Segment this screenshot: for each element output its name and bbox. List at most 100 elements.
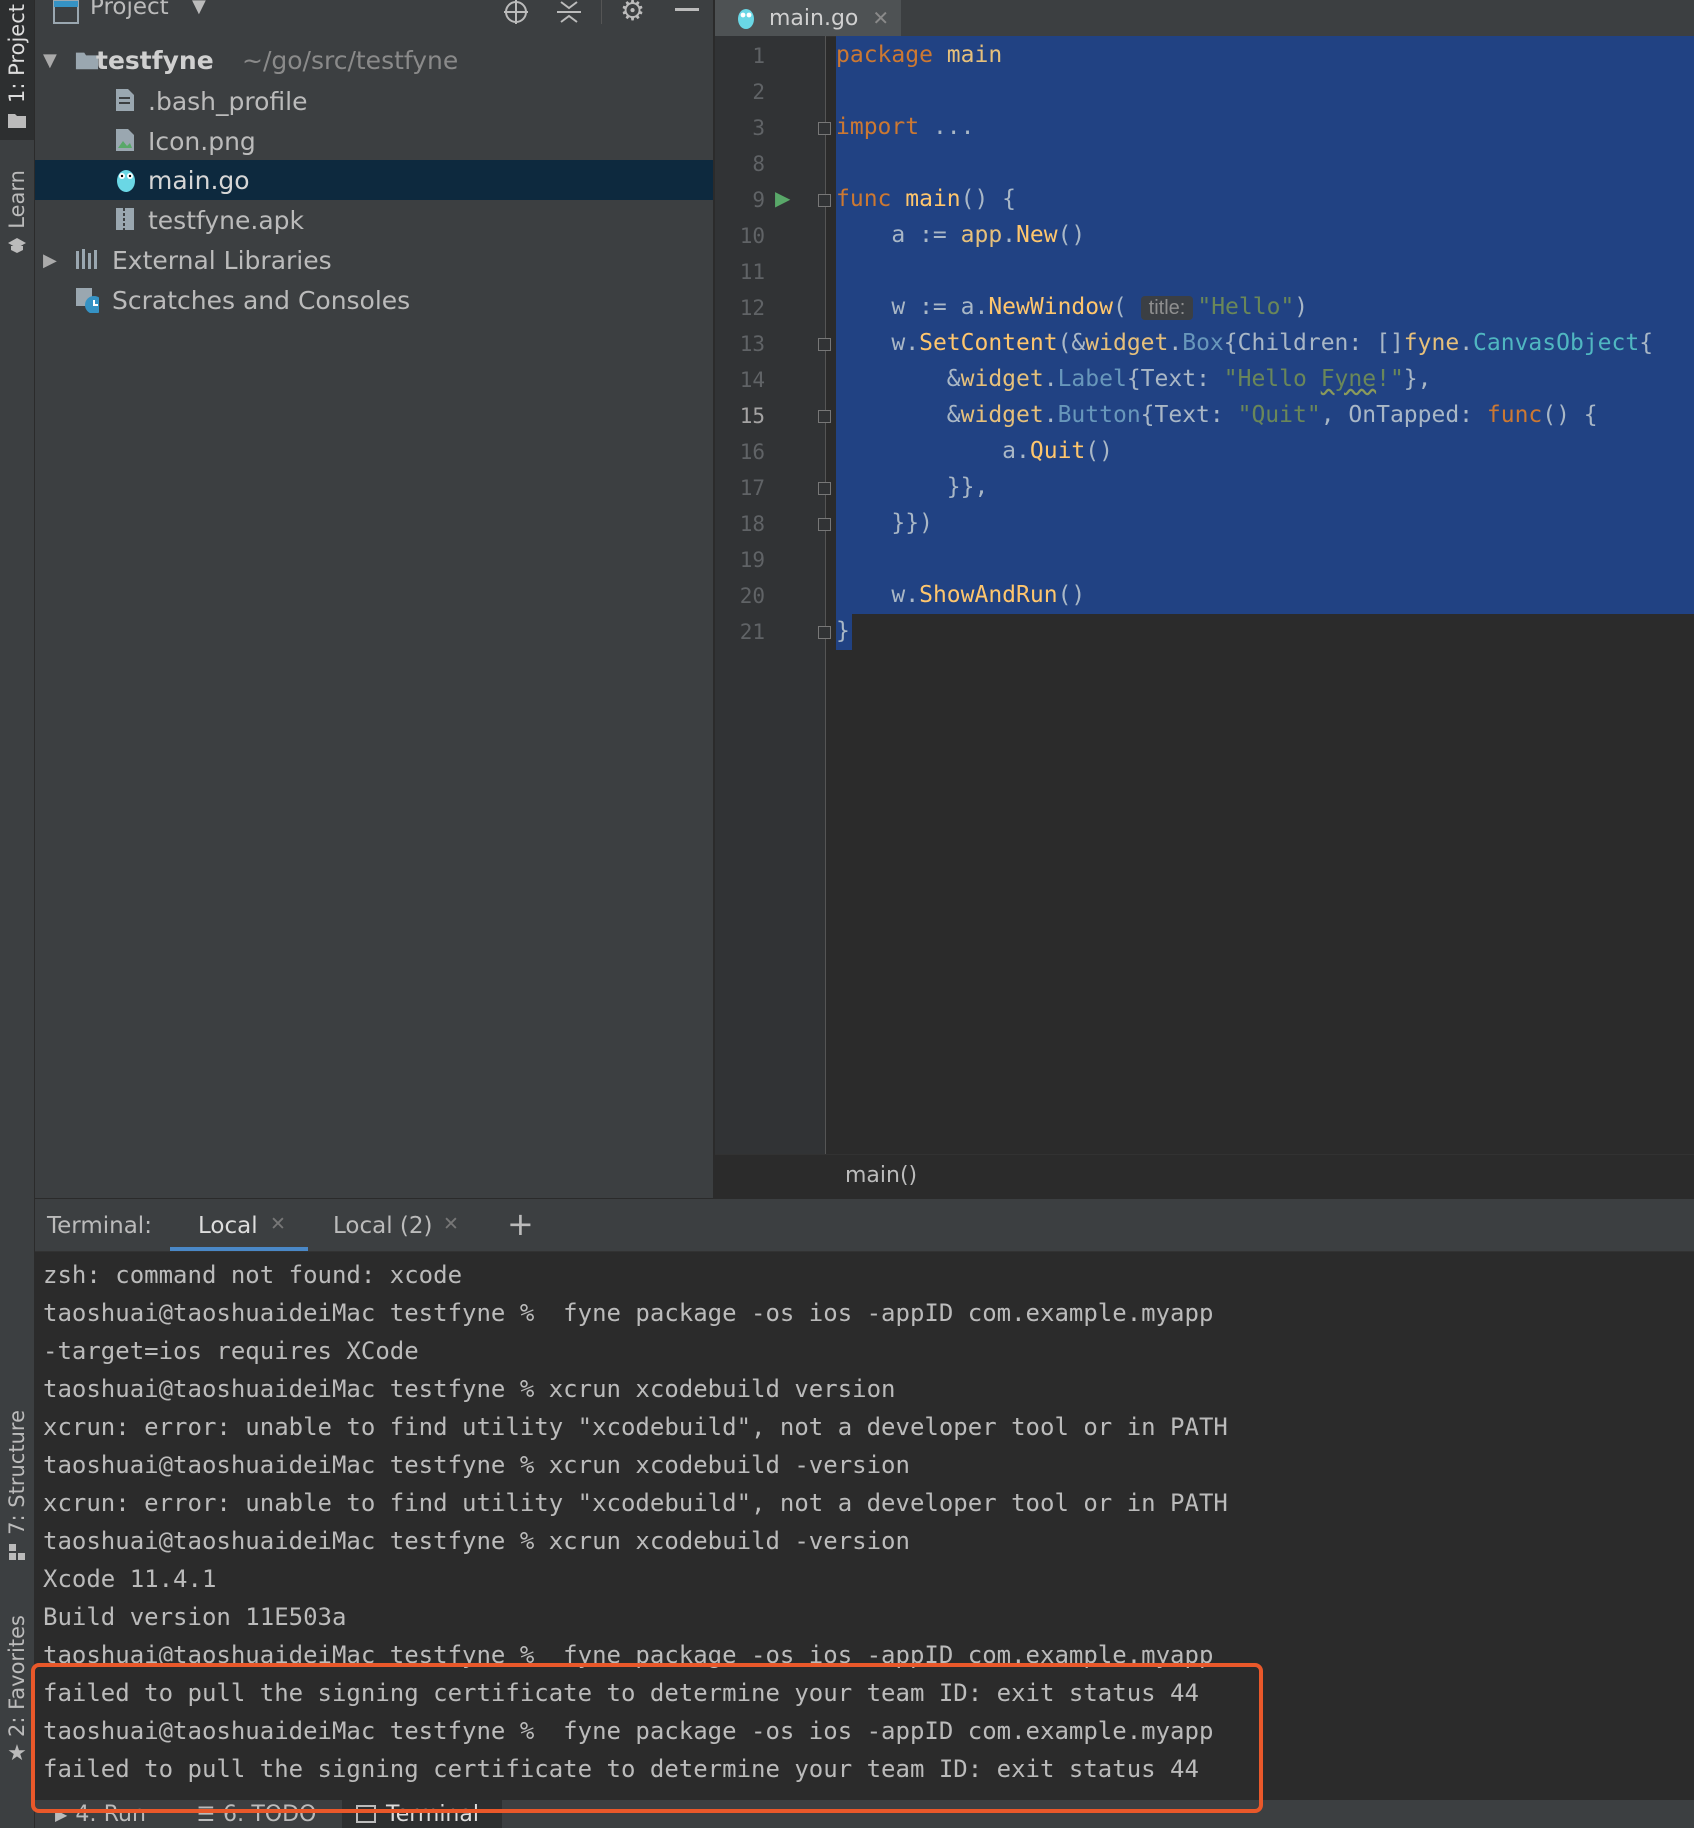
text-file-icon (116, 89, 134, 111)
chevron-right-icon[interactable]: ▶ (43, 250, 57, 271)
view-dropdown-icon[interactable]: ▼ (192, 0, 206, 17)
line-number: 17 (739, 476, 765, 500)
line-number: 11 (739, 260, 765, 284)
tree-item-label: .bash_profile (148, 86, 308, 116)
tree-item-testfyne[interactable]: ▼ testfyne ~/go/src/testfyne (35, 40, 713, 80)
tree-item-external-libraries[interactable]: ▶ External Libraries (35, 240, 713, 280)
editor-tab-label: main.go (769, 5, 859, 31)
fold-icon[interactable] (818, 122, 831, 135)
terminal-tab-label: Local (198, 1213, 258, 1239)
learn-icon (8, 237, 26, 253)
learn-tool-tab[interactable]: Learn (0, 170, 34, 270)
collapse-all-icon[interactable] (555, 0, 583, 26)
line-number: 12 (739, 296, 765, 320)
terminal-tab-local-2[interactable]: Local (2) ✕ (325, 1199, 465, 1251)
parameter-hint: title: (1140, 296, 1194, 320)
code-line[interactable]: a.Quit() (836, 438, 1113, 464)
highlight-annotation-box (31, 1663, 1263, 1813)
line-number: 3 (752, 116, 765, 140)
left-tool-strip: 1: Project Learn 7: Structure 2: Favorit… (0, 0, 35, 1828)
minimize-icon[interactable] (675, 8, 699, 11)
tree-item-scratches[interactable]: Scratches and Consoles (35, 280, 713, 320)
close-icon[interactable]: ✕ (443, 1213, 459, 1235)
favorites-tool-tab[interactable]: 2: Favorites ★ (0, 1615, 34, 1775)
image-file-icon (116, 129, 134, 151)
line-number: 21 (739, 620, 765, 644)
terminal-line: zsh: command not found: xcode (43, 1261, 463, 1289)
project-tool-tab[interactable]: 1: Project (0, 0, 34, 140)
tree-item-label: main.go (148, 165, 250, 195)
scratches-icon (76, 288, 99, 313)
libraries-icon (76, 249, 97, 269)
project-tool-tab-label: 1: Project (5, 4, 29, 103)
terminal-line: Xcode 11.4.1 (43, 1565, 217, 1593)
code-line[interactable]: a := app.New() (836, 222, 1085, 248)
archive-file-icon (116, 208, 134, 230)
folder-icon (8, 113, 26, 128)
code-line[interactable]: import ... (836, 114, 974, 140)
code-line[interactable]: w.SetContent(&widget.Box{Children: []fyn… (836, 330, 1653, 356)
fold-icon[interactable] (818, 626, 831, 639)
terminal-line: taoshuai@taoshuaideiMac testfyne % xcrun… (43, 1375, 896, 1403)
fold-icon[interactable] (818, 338, 831, 351)
learn-tool-tab-label: Learn (5, 170, 29, 229)
code-line[interactable]: w := a.NewWindow( title: "Hello") (836, 294, 1308, 320)
line-number: 8 (752, 152, 765, 176)
code-line[interactable]: }}) (836, 510, 933, 536)
line-number: 9 (752, 188, 765, 212)
code-line[interactable]: } (836, 618, 850, 644)
gear-icon[interactable]: ⚙ (620, 0, 645, 27)
terminal-tab-bar: Terminal: Local ✕ Local (2) ✕ + (35, 1199, 1694, 1252)
tree-item-icon-png[interactable]: Icon.png (35, 121, 713, 161)
terminal-line: taoshuai@taoshuaideiMac testfyne % xcrun… (43, 1527, 910, 1555)
line-number: 2 (752, 80, 765, 104)
fold-icon[interactable] (818, 518, 831, 531)
tree-item-label: Icon.png (148, 126, 256, 156)
line-number: 16 (739, 440, 765, 464)
editor-tab-bar: main.go ✕ (715, 0, 1694, 37)
project-panel-title[interactable]: Project (90, 0, 169, 20)
terminal-tab-label: Local (2) (333, 1213, 433, 1239)
line-number: 10 (739, 224, 765, 248)
separator (601, 0, 602, 24)
tree-item-path: ~/go/src/testfyne (242, 45, 459, 75)
fold-icon[interactable] (818, 482, 831, 495)
fold-icon[interactable] (818, 410, 831, 423)
tree-item-bash-profile[interactable]: .bash_profile (35, 81, 713, 121)
code-line[interactable]: }}, (836, 474, 989, 500)
chevron-down-icon[interactable]: ▼ (43, 50, 57, 71)
code-line[interactable]: &widget.Button{Text: "Quit", OnTapped: f… (836, 402, 1598, 428)
project-view-icon (53, 0, 79, 24)
editor-breadcrumb-bar: main() (715, 1154, 1694, 1199)
locate-target-icon[interactable] (502, 0, 530, 26)
editor-tab-main-go[interactable]: main.go ✕ (715, 0, 901, 36)
close-icon[interactable]: ✕ (872, 6, 889, 30)
terminal-line: Build version 11E503a (43, 1603, 347, 1631)
terminal-line: taoshuai@taoshuaideiMac testfyne % xcrun… (43, 1451, 910, 1479)
terminal-line: -target=ios requires XCode (43, 1337, 419, 1365)
fold-icon[interactable] (818, 194, 831, 207)
tree-item-label: testfyne (96, 45, 214, 75)
run-gutter-icon[interactable]: ▶ (775, 186, 790, 210)
code-line[interactable]: &widget.Label{Text: "Hello Fyne!"}, (836, 366, 1432, 392)
tree-item-label: Scratches and Consoles (112, 285, 411, 315)
code-line[interactable]: package main (836, 42, 1002, 68)
terminal-line: xcrun: error: unable to find utility "xc… (43, 1489, 1228, 1517)
close-icon[interactable]: ✕ (270, 1213, 286, 1235)
code-line[interactable]: w.ShowAndRun() (836, 582, 1085, 608)
terminal-line: xcrun: error: unable to find utility "xc… (43, 1413, 1228, 1441)
tree-item-main-go[interactable]: main.go (35, 160, 713, 200)
tree-item-label: External Libraries (112, 245, 332, 275)
structure-tool-tab-label: 7: Structure (5, 1410, 29, 1535)
structure-tool-tab[interactable]: 7: Structure (0, 1410, 34, 1575)
new-terminal-button[interactable]: + (507, 1205, 534, 1243)
line-number: 1 (752, 44, 765, 68)
terminal-tab-local[interactable]: Local ✕ (170, 1199, 308, 1251)
line-number: 20 (739, 584, 765, 608)
project-panel: Project ▼ ⚙ ▼ testfyne ~/go/src/testfyne… (35, 0, 713, 1198)
tree-item-testfyne-apk[interactable]: testfyne.apk (35, 200, 713, 240)
line-number: 18 (739, 512, 765, 536)
code-line[interactable]: func main() { (836, 186, 1016, 212)
line-number-current: 15 (739, 404, 765, 428)
breadcrumb[interactable]: main() (845, 1163, 917, 1188)
